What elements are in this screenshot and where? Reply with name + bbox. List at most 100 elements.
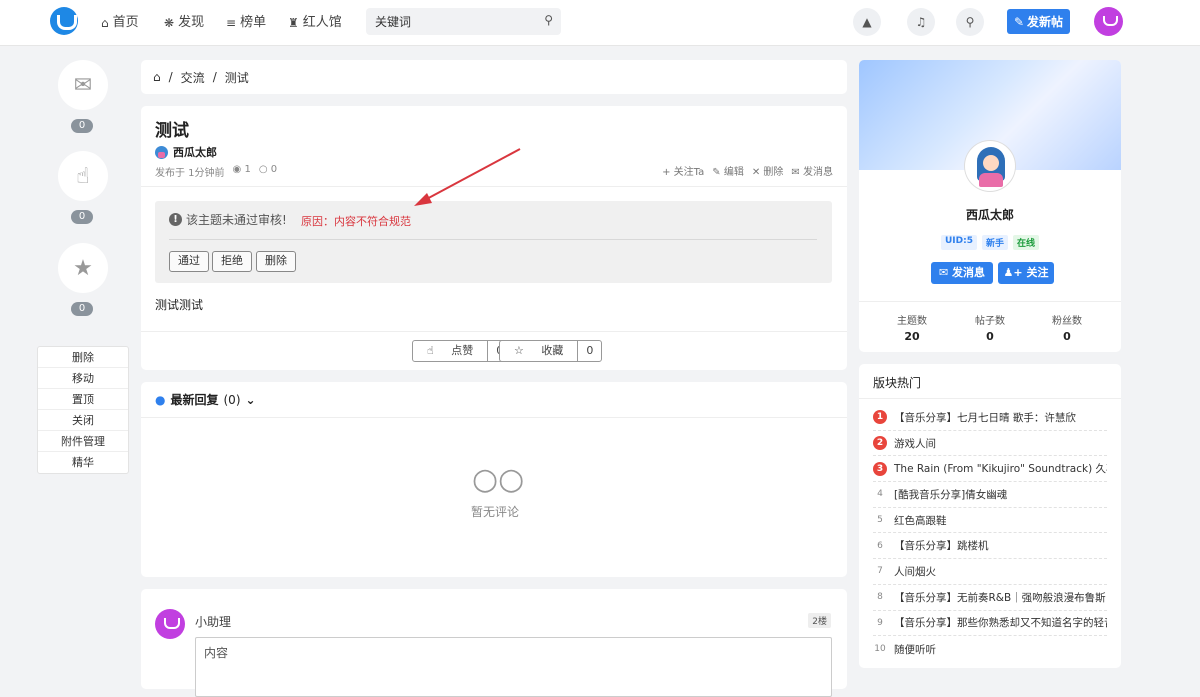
favorite-count: 0	[71, 302, 93, 316]
hot-item-title: 红色高跟鞋	[894, 514, 947, 527]
breadcrumb-thread: 测试	[224, 70, 249, 85]
profile-tags: UID:5 新手 在线	[859, 235, 1121, 250]
profile-avatar[interactable]	[965, 141, 1015, 191]
compass-icon: ❋	[164, 16, 175, 30]
site-logo[interactable]	[50, 7, 78, 35]
hot-item[interactable]: 6 【音乐分享】跳楼机	[873, 533, 1107, 560]
thread-author[interactable]: 西瓜太郎	[155, 144, 217, 160]
star-icon: ★	[73, 255, 93, 281]
hot-item[interactable]: 4 [酷我音乐分享]倩女幽魂	[873, 482, 1107, 508]
author-avatar	[155, 145, 168, 159]
favorite-action-button[interactable]: ★	[58, 243, 108, 293]
admin-move[interactable]: 移动	[38, 368, 128, 389]
rank-badge: 7	[877, 566, 883, 577]
search-icon: ⚲	[965, 15, 975, 29]
hot-item[interactable]: 7 人间烟火	[873, 559, 1107, 585]
like-count: 0	[71, 210, 93, 224]
replies-header[interactable]: ● 最新回复 (0) ⌄	[155, 391, 256, 408]
rank-badge: 1	[873, 410, 887, 425]
hot-item[interactable]: 1 【音乐分享】七月七日晴 歌手：许慧欣	[873, 405, 1107, 431]
admin-attachments[interactable]: 附件管理	[38, 431, 128, 452]
like-action-button[interactable]: ☝	[58, 151, 108, 201]
plus-icon: +	[662, 167, 671, 178]
hot-item[interactable]: 9 【音乐分享】那些你熟悉却又不知道名字的轻音	[873, 611, 1107, 637]
review-panel: ! 该主题未通过审核! 原因：内容不符合规范 通过 拒绝 删除	[155, 201, 832, 283]
search-button[interactable]: ⚲	[956, 8, 984, 36]
follow-author-link[interactable]: + 关注Ta	[662, 163, 704, 178]
top-navbar: ⌂首页 ❋发现 ≡榜单 ♜红人馆 ⚲ ▲ ♫ ⚲ ✎发新帖	[0, 0, 1200, 46]
nav-ranking[interactable]: ≡ 榜单	[226, 0, 266, 46]
favorite-button[interactable]: ☆ 收藏 0	[499, 340, 603, 362]
exclamation-icon: !	[169, 213, 182, 226]
nav-discover[interactable]: ❋ 发现	[164, 0, 204, 46]
views: ◉ 1	[232, 164, 251, 175]
reject-button[interactable]: 拒绝	[212, 251, 252, 272]
home-icon[interactable]: ⌂	[153, 70, 161, 84]
chat-bubble-icon: ●	[155, 392, 166, 407]
admin-delete[interactable]: 删除	[38, 347, 128, 368]
empty-comments-icon: ○○	[472, 462, 525, 497]
edit-link[interactable]: ✎ 编辑	[712, 163, 744, 178]
reply-textarea[interactable]: 内容	[195, 637, 832, 697]
approve-button[interactable]: 通过	[169, 251, 209, 272]
notification-button[interactable]: ♫	[907, 8, 935, 36]
like-button[interactable]: ☝ 点赞 0	[412, 340, 513, 362]
theme-toggle-button[interactable]: ▲	[853, 8, 881, 36]
review-delete-button[interactable]: 删除	[256, 251, 296, 272]
comments: ○ 0	[258, 164, 278, 175]
rank-badge: 5	[877, 515, 883, 526]
comment-count: 0	[71, 119, 93, 133]
hot-item[interactable]: 8 【音乐分享】无前奏R&B｜强吻般浪漫布鲁斯	[873, 585, 1107, 611]
delete-link[interactable]: ✕ 删除	[752, 163, 784, 178]
thread-content: 测试测试	[155, 298, 204, 312]
like-label: ☝ 点赞	[413, 341, 487, 361]
thread-card: 测试 西瓜太郎 发布于 1分钟前 ◉ 1 ○ 0 + 关注Ta ✎ 编辑 ✕ 删…	[141, 106, 847, 370]
hot-item-title: 人间烟火	[894, 565, 936, 578]
new-post-button[interactable]: ✎ 发新帖	[1007, 9, 1070, 34]
uid-badge: UID:5	[940, 235, 977, 250]
hot-item[interactable]: 3 The Rain (From "Kikujiro" Soundtrack) 久…	[873, 456, 1107, 483]
hot-item[interactable]: 5 红色高跟鞋	[873, 508, 1107, 534]
hot-item[interactable]: 2 游戏人间	[873, 431, 1107, 457]
hot-item-title: 游戏人间	[894, 437, 936, 450]
hot-item-title: 【音乐分享】跳楼机	[894, 540, 989, 553]
nav-home[interactable]: ⌂ 首页	[101, 0, 139, 46]
chevron-down-icon: ⌄	[245, 392, 256, 407]
thumbs-up-icon: ☝	[427, 344, 434, 357]
rank-badge: 8	[877, 592, 883, 603]
rank-badge: 3	[873, 461, 887, 476]
follow-button[interactable]: ♟+ 关注	[998, 262, 1054, 284]
divider	[141, 186, 847, 187]
avatar-body	[979, 173, 1003, 187]
message-link[interactable]: ✉ 发消息	[791, 163, 833, 178]
review-reason: 原因：内容不符合规范	[301, 215, 411, 228]
thread-meta: 发布于 1分钟前 ◉ 1 ○ 0	[155, 164, 277, 179]
divider	[141, 417, 847, 418]
home-icon: ⌂	[101, 16, 109, 30]
admin-close[interactable]: 关闭	[38, 410, 128, 431]
admin-pin[interactable]: 置顶	[38, 389, 128, 410]
admin-essence[interactable]: 精华	[38, 452, 128, 473]
floor-badge: 2楼	[808, 613, 831, 628]
user-avatar[interactable]	[1094, 7, 1123, 36]
hot-item-title: The Rain (From "Kikujiro" Soundtrack) 久石	[894, 463, 1107, 476]
hot-item[interactable]: 10 随便听听	[873, 636, 1107, 662]
thread-title: 测试	[155, 121, 189, 141]
add-user-icon: ♟+	[1003, 266, 1023, 279]
breadcrumb-forum[interactable]: 交流	[181, 69, 205, 86]
edit-icon: ✎	[712, 167, 721, 178]
edit-icon: ✎	[1013, 14, 1025, 29]
search-input[interactable]	[366, 8, 531, 35]
comments-icon: ✉	[73, 72, 93, 98]
reply-avatar	[155, 609, 185, 639]
star-icon: ☆	[514, 344, 524, 357]
thumbs-up-icon: ☝	[76, 163, 90, 189]
search-icon[interactable]: ⚲	[544, 13, 553, 27]
comment-action-button[interactable]: ✉	[58, 60, 108, 110]
favorite-label: ☆ 收藏	[500, 341, 577, 361]
author-profile-card: 西瓜太郎 UID:5 新手 在线 ✉ 发消息 ♟+ 关注 主题数 20 帖子数 0 …	[859, 60, 1121, 352]
nav-celebrity-hall[interactable]: ♜ 红人馆	[288, 0, 342, 46]
send-message-button[interactable]: ✉ 发消息	[931, 262, 993, 284]
admin-menu: 删除 移动 置顶 关闭 附件管理 精华	[37, 346, 129, 474]
empty-replies-text: 暂无评论	[471, 505, 520, 519]
